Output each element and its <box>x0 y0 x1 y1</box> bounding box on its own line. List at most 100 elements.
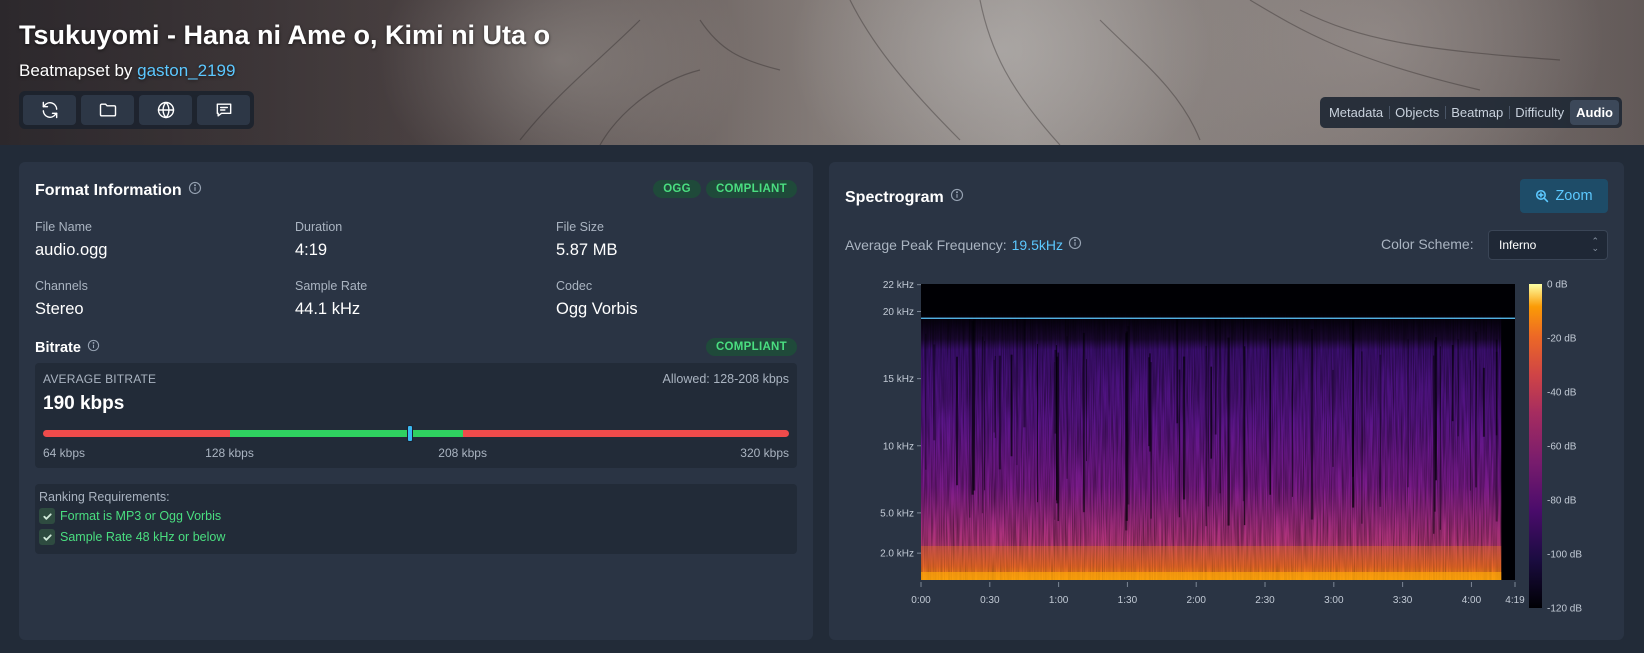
spectrogram-streak <box>1332 369 1334 467</box>
spectrogram-streak <box>1269 338 1272 495</box>
field-label: Codec <box>556 279 593 293</box>
check-tabs: Metadata Objects Beatmap Difficulty Audi… <box>1319 97 1622 128</box>
spectrogram-chart: 22 kHz 20 kHz 15 kHz 10 kHz 5.0 kHz 2.0 kHz 0:… <box>880 280 1582 615</box>
x-tick-label: 0:00 <box>911 595 931 606</box>
check-icon <box>39 529 55 545</box>
spectrogram-streak <box>1037 343 1038 503</box>
bitrate-title: Bitrate <box>35 339 81 356</box>
spectrogram-streak <box>1176 316 1179 424</box>
bitrate-tick-label: 64 kbps <box>43 446 86 460</box>
colorbar-tick-label: -100 dB <box>1547 550 1582 561</box>
spectrogram-streak <box>925 333 927 470</box>
refresh-icon <box>42 101 57 119</box>
spectrogram-streak <box>981 336 984 514</box>
y-tick-label: 15 kHz <box>883 374 914 385</box>
format-information-title: Format Information <box>35 181 182 199</box>
tab-objects[interactable]: Objects <box>1389 100 1445 125</box>
spectrogram-streak <box>1125 331 1128 521</box>
bitrate-tick-label: 128 kbps <box>205 446 254 460</box>
colorbar-tick-label: -20 dB <box>1547 334 1577 345</box>
spectrogram-streak <box>1243 346 1246 526</box>
current-bitrate-marker <box>407 425 414 442</box>
y-tick-label: 2.0 kHz <box>880 549 914 560</box>
x-tick-label: 3:00 <box>1324 595 1344 606</box>
requirement-text: Format is MP3 or Ogg Vorbis <box>60 509 222 523</box>
spectrogram-streak <box>1207 315 1210 507</box>
y-tick-label: 10 kHz <box>883 441 914 452</box>
page-title: Tsukuyomi - Hana ni Ame o, Kimi ni Uta o <box>19 20 551 50</box>
x-tick-label: 0:30 <box>980 595 1000 606</box>
field-label: Channels <box>35 279 88 293</box>
spectrogram-streak <box>1407 339 1409 488</box>
field-channels: Channels Stereo <box>35 279 88 319</box>
spectrogram-streak <box>1310 329 1314 520</box>
requirement-item: Sample Rate 48 kHz or below <box>39 529 225 545</box>
bitrate-tick-label: 320 kbps <box>740 446 789 460</box>
spectrogram-streak <box>1361 351 1363 524</box>
field-label: File Size <box>556 220 604 234</box>
info-icon[interactable] <box>87 339 100 356</box>
ranking-requirements: Ranking Requirements: Format is MP3 or O… <box>35 484 797 554</box>
colorbar-tick-label: -80 dB <box>1547 496 1577 507</box>
spectrogram-streak <box>1010 354 1013 457</box>
bass-band <box>921 572 1502 580</box>
tab-metadata[interactable]: Metadata <box>1323 100 1389 125</box>
discussion-button[interactable] <box>197 95 250 125</box>
creator-link[interactable]: gaston_2199 <box>137 61 235 80</box>
field-value: Stereo <box>35 300 84 318</box>
bitrate-panel: AVERAGE BITRATE Allowed: 128-208 kbps 19… <box>35 363 797 468</box>
spectrogram-streak <box>1482 367 1485 437</box>
refresh-button[interactable] <box>23 95 76 125</box>
beatmapset-byline: Beatmapset by gaston_2199 <box>19 61 235 81</box>
action-toolbar <box>19 91 254 129</box>
spectrogram-streak <box>1210 366 1212 459</box>
spectrogram-streak <box>1205 345 1207 527</box>
spectrogram-streak <box>1227 337 1230 526</box>
format-information-heading: Format Information <box>35 181 202 200</box>
spectrogram-streak <box>1023 315 1026 428</box>
tab-audio[interactable]: Audio <box>1570 100 1619 125</box>
spectrogram-card: Spectrogram Zoom Average Peak Frequency:… <box>829 162 1624 640</box>
spectrogram-streak <box>1086 359 1087 462</box>
spectrogram-streak <box>1469 360 1471 491</box>
requirement-item: Format is MP3 or Ogg Vorbis <box>39 508 221 524</box>
y-tick-label: 20 kHz <box>883 307 914 318</box>
open-folder-button[interactable] <box>81 95 134 125</box>
y-tick-label: 22 kHz <box>883 280 914 291</box>
field-duration: Duration 4:19 <box>295 220 342 260</box>
folder-icon <box>99 103 116 117</box>
format-badges: OGG COMPLIANT <box>653 180 797 198</box>
tab-beatmap[interactable]: Beatmap <box>1445 100 1509 125</box>
spectrogram-streak <box>971 320 974 495</box>
colorbar-tick-label: -120 dB <box>1547 604 1582 615</box>
bitrate-range-bar <box>43 425 789 442</box>
x-tick-label: 2:00 <box>1186 595 1206 606</box>
field-value: 4:19 <box>295 241 328 259</box>
spectrogram-streak <box>1016 312 1018 466</box>
format-badge: OGG <box>653 180 701 198</box>
bitrate-tick-label: 208 kbps <box>438 446 487 460</box>
allowed-range-segment <box>229 430 463 437</box>
compliance-badge: COMPLIANT <box>705 180 797 198</box>
allowed-range: Allowed: 128-208 kbps <box>662 372 789 386</box>
spectrogram-streak <box>1451 344 1454 422</box>
field-value: Ogg Vorbis <box>556 300 638 318</box>
average-bitrate-value: 190 kbps <box>43 393 125 414</box>
spectrogram-streak <box>1439 346 1441 530</box>
spectrogram-streak <box>1475 331 1477 488</box>
spectrogram-streak <box>993 359 995 433</box>
spectrogram-streak <box>1495 351 1498 522</box>
spectrogram-streak <box>1219 314 1221 494</box>
colorbar-tick-label: -60 dB <box>1547 442 1577 453</box>
tab-difficulty[interactable]: Difficulty <box>1509 100 1570 125</box>
bitrate-compliance-badge: COMPLIANT <box>705 338 797 356</box>
spectrogram-streak <box>984 340 986 491</box>
open-web-button[interactable] <box>139 95 192 125</box>
info-icon[interactable] <box>188 181 202 200</box>
x-tick-label: 1:30 <box>1118 595 1138 606</box>
x-tick-label: 3:30 <box>1393 595 1413 606</box>
beatmap-header: Tsukuyomi - Hana ni Ame o, Kimi ni Uta o… <box>0 0 1644 145</box>
average-bitrate-label: AVERAGE BITRATE <box>43 372 157 386</box>
field-label: Sample Rate <box>295 279 368 293</box>
spectrogram-streak <box>1054 349 1057 434</box>
